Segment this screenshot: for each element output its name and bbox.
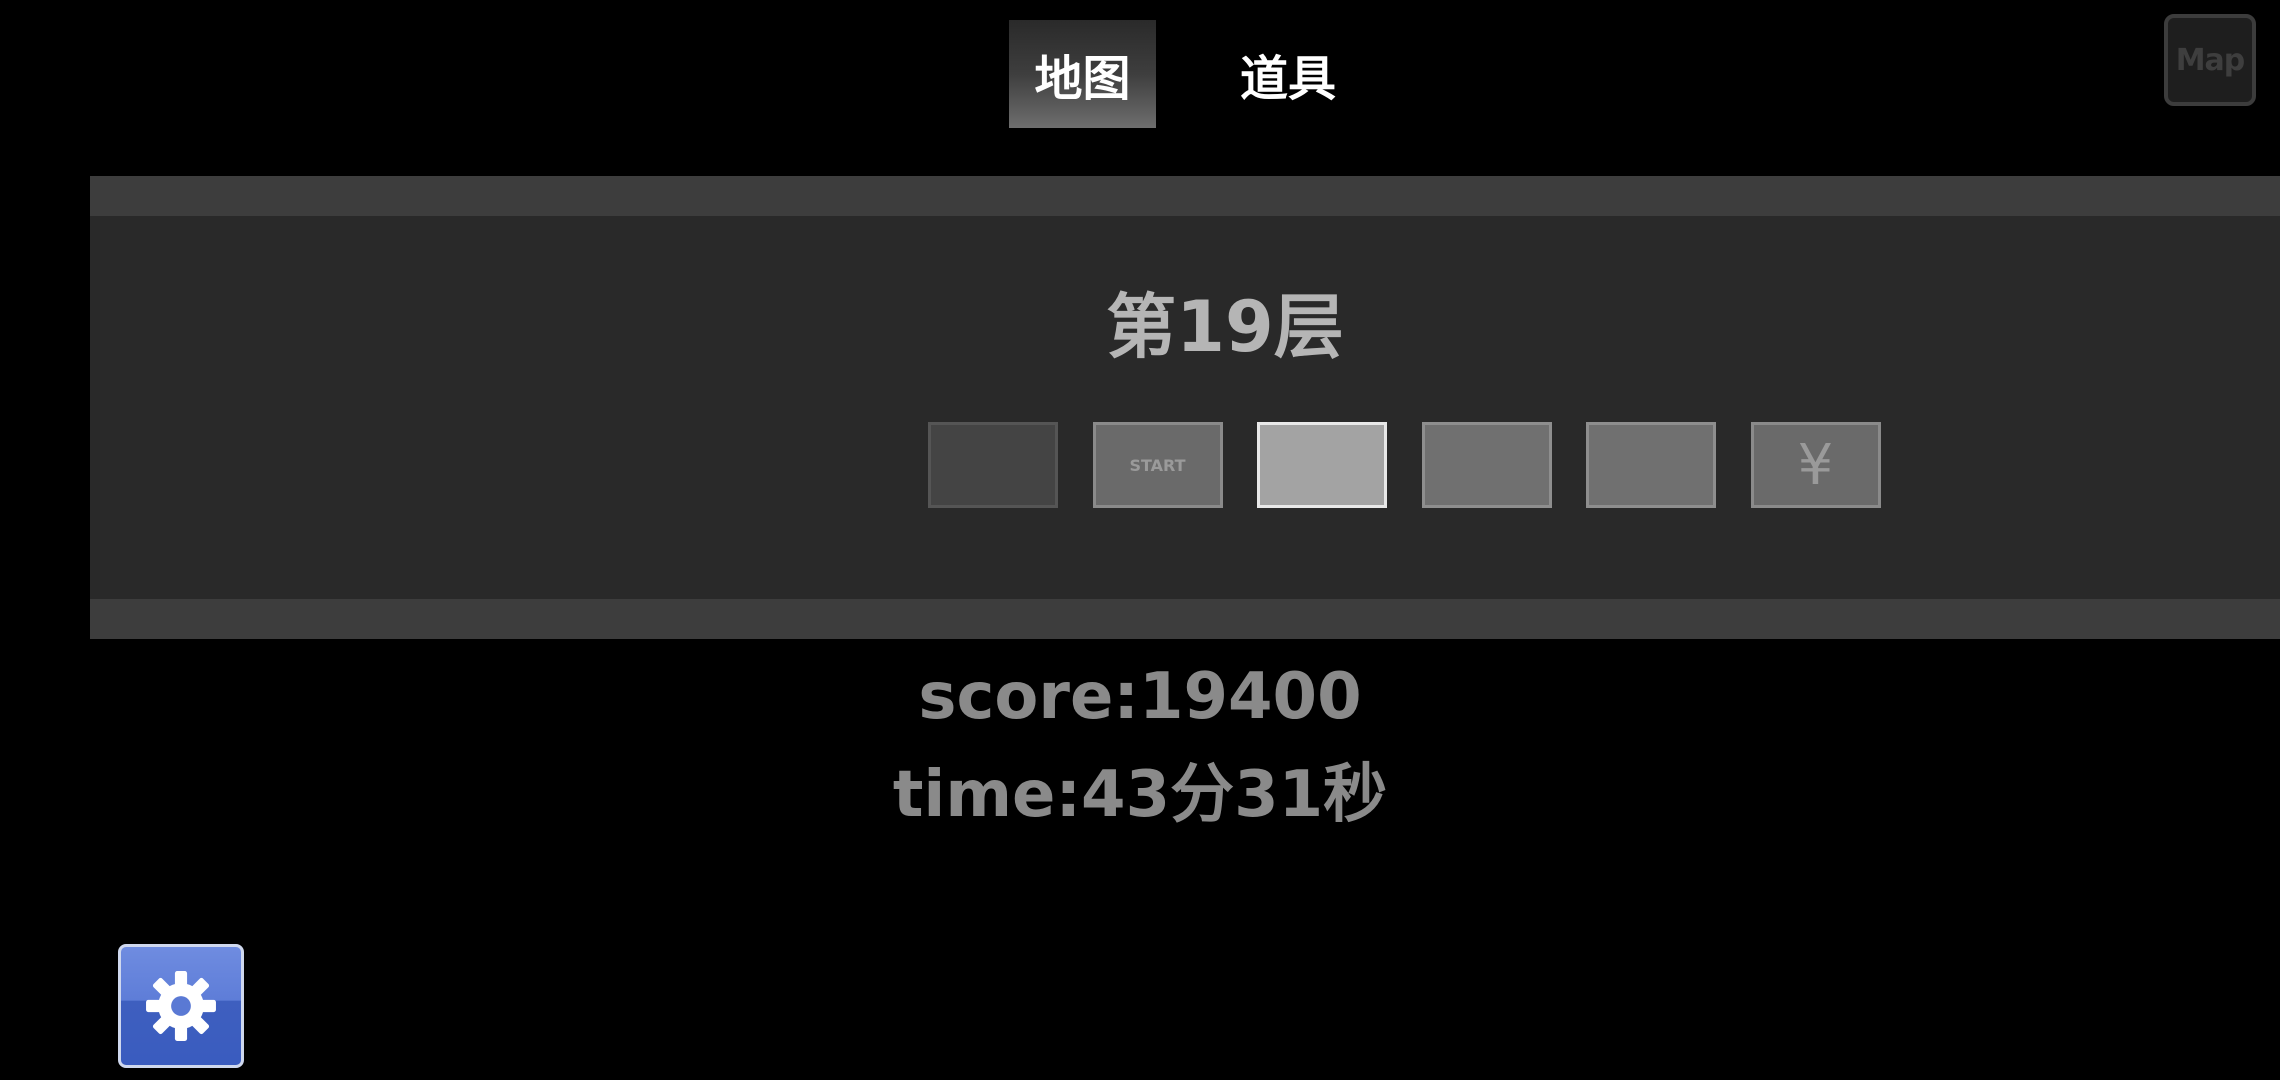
- floor-map-panel: 第19层 START ¥: [90, 176, 2280, 639]
- panel-top-band: [90, 176, 2280, 216]
- tab-map[interactable]: 地图: [1009, 20, 1156, 128]
- room-cell: [1421, 422, 1552, 508]
- room-cell: ¥: [1750, 422, 1881, 508]
- floor-title: 第19层: [1106, 286, 1344, 368]
- room-label: START: [1129, 455, 1186, 475]
- map-button-label: Map: [2175, 42, 2246, 78]
- map-button[interactable]: Map: [2164, 14, 2256, 106]
- room-cell: START: [1092, 422, 1223, 508]
- score-text: score:19400: [918, 660, 1362, 734]
- tab-items[interactable]: 道具: [1214, 20, 1362, 128]
- room-label: ¥: [1797, 432, 1834, 498]
- room-cell: [1586, 422, 1716, 508]
- room-cell: [1257, 422, 1387, 508]
- panel-bottom-band: [90, 599, 2280, 639]
- settings-button[interactable]: [118, 944, 244, 1068]
- room-cell: [928, 422, 1058, 508]
- game-screen: 地图 道具 Map 第19层 START ¥ score:19400 time:4…: [0, 0, 2280, 1080]
- time-text: time:43分31秒: [892, 758, 1388, 832]
- gear-icon: [146, 971, 216, 1041]
